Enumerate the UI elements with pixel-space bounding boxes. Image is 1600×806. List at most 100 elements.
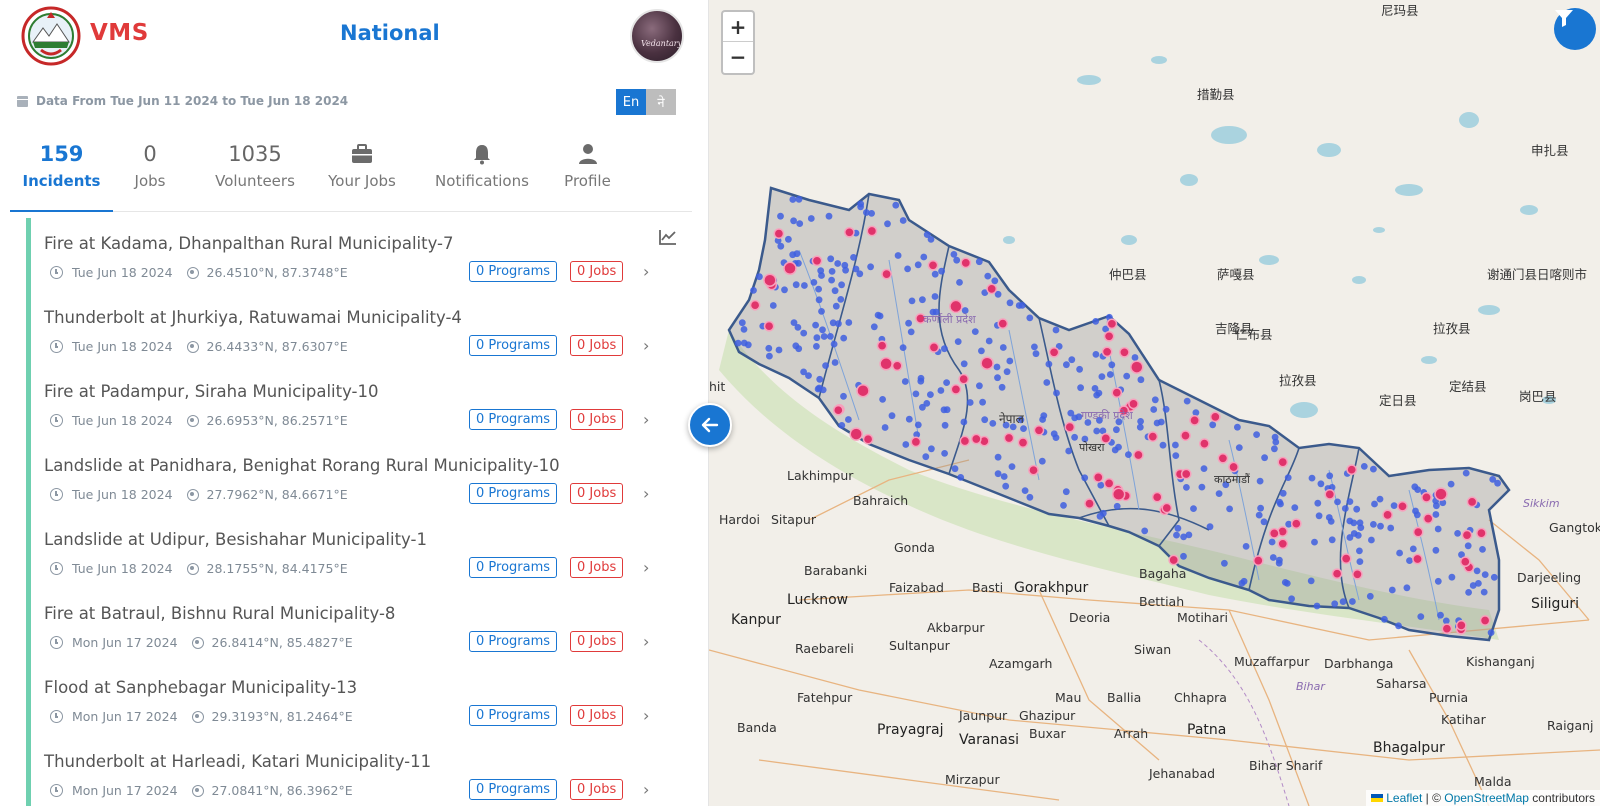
volunteer-marker[interactable] — [902, 441, 910, 448]
incident-marker[interactable] — [1103, 330, 1115, 342]
volunteer-marker[interactable] — [857, 200, 865, 208]
programs-badge[interactable]: 0 Programs — [469, 409, 558, 430]
volunteer-marker[interactable] — [989, 420, 997, 427]
incident-marker[interactable] — [997, 318, 1009, 329]
incident-marker[interactable] — [1092, 472, 1104, 483]
volunteer-marker[interactable] — [1065, 447, 1073, 455]
incident-marker[interactable] — [1180, 430, 1191, 441]
incident-marker[interactable] — [1048, 346, 1060, 358]
volunteer-marker[interactable] — [867, 263, 874, 271]
volunteer-marker[interactable] — [1238, 579, 1246, 587]
volunteer-marker[interactable] — [838, 422, 846, 429]
volunteer-marker[interactable] — [831, 359, 839, 366]
lang-en-button[interactable]: En — [616, 89, 646, 115]
tab-volunteers[interactable]: 1035 Volunteers — [198, 140, 312, 212]
incident-item[interactable]: Thunderbolt at Harleadi, Katari Municipa… — [31, 736, 691, 806]
volunteer-marker[interactable] — [1097, 481, 1105, 489]
incident-marker[interactable] — [928, 342, 940, 353]
volunteer-marker[interactable] — [845, 319, 853, 326]
volunteer-marker[interactable] — [812, 321, 819, 329]
volunteer-marker[interactable] — [813, 343, 820, 350]
volunteer-marker[interactable] — [941, 450, 948, 457]
volunteer-marker[interactable] — [1002, 482, 1010, 490]
volunteer-marker[interactable] — [1370, 521, 1377, 528]
volunteer-marker[interactable] — [1317, 480, 1325, 488]
incident-marker[interactable] — [1147, 431, 1159, 442]
tab-jobs[interactable]: 0 Jobs — [124, 140, 176, 212]
incident-marker[interactable] — [1277, 456, 1289, 468]
incident-marker[interactable] — [910, 436, 922, 448]
volunteer-marker[interactable] — [1043, 379, 1051, 386]
volunteer-marker[interactable] — [956, 279, 963, 286]
chevron-right-icon[interactable]: › — [643, 780, 649, 799]
volunteer-marker[interactable] — [765, 344, 773, 352]
volunteer-marker[interactable] — [1271, 433, 1279, 441]
volunteer-marker[interactable] — [1480, 588, 1488, 596]
volunteer-marker[interactable] — [1370, 465, 1377, 473]
incident-marker[interactable] — [1331, 568, 1343, 580]
incident-marker[interactable] — [1064, 421, 1076, 433]
volunteer-marker[interactable] — [1081, 474, 1089, 482]
volunteer-marker[interactable] — [838, 281, 845, 289]
volunteer-marker[interactable] — [1068, 356, 1076, 364]
volunteer-marker[interactable] — [789, 196, 797, 203]
volunteer-marker[interactable] — [1395, 622, 1402, 630]
volunteer-marker[interactable] — [941, 421, 949, 429]
incident-marker[interactable] — [1252, 555, 1264, 566]
volunteer-marker[interactable] — [1432, 546, 1440, 554]
incident-marker[interactable] — [1268, 528, 1280, 539]
volunteer-marker[interactable] — [1136, 423, 1144, 431]
volunteer-marker[interactable] — [927, 391, 934, 398]
volunteer-marker[interactable] — [1412, 507, 1419, 515]
volunteer-marker[interactable] — [827, 333, 834, 340]
volunteer-marker[interactable] — [1215, 490, 1223, 497]
map-canvas[interactable] — [709, 0, 1600, 806]
incident-marker[interactable] — [980, 356, 994, 370]
volunteer-marker[interactable] — [790, 319, 798, 326]
incident-marker[interactable] — [881, 268, 892, 280]
volunteer-marker[interactable] — [1062, 488, 1070, 496]
incident-marker[interactable] — [1084, 498, 1095, 509]
incident-marker[interactable] — [1461, 529, 1473, 541]
incident-marker[interactable] — [1017, 437, 1029, 448]
volunteer-marker[interactable] — [904, 265, 911, 273]
volunteer-marker[interactable] — [1257, 504, 1264, 512]
volunteer-marker[interactable] — [954, 338, 962, 345]
volunteer-marker[interactable] — [766, 352, 773, 360]
volunteer-marker[interactable] — [1328, 536, 1336, 544]
volunteer-marker[interactable] — [908, 297, 916, 305]
volunteer-marker[interactable] — [1356, 547, 1363, 555]
volunteer-marker[interactable] — [1311, 538, 1318, 546]
volunteer-marker[interactable] — [1432, 511, 1440, 518]
chevron-right-icon[interactable]: › — [643, 484, 649, 503]
incident-marker[interactable] — [1290, 518, 1302, 530]
incident-marker[interactable] — [773, 228, 785, 239]
incident-marker[interactable] — [1111, 487, 1126, 502]
volunteer-marker[interactable] — [920, 253, 928, 261]
volunteer-marker[interactable] — [1487, 629, 1495, 636]
zoom-in-button[interactable]: + — [723, 12, 753, 42]
tab-your-jobs[interactable]: Your Jobs — [312, 140, 412, 212]
volunteer-marker[interactable] — [837, 296, 845, 303]
volunteer-marker[interactable] — [1209, 421, 1217, 429]
incident-marker[interactable] — [1422, 513, 1434, 524]
volunteer-marker[interactable] — [919, 296, 926, 304]
volunteer-marker[interactable] — [801, 282, 808, 289]
volunteer-marker[interactable] — [1053, 389, 1060, 397]
incident-marker[interactable] — [832, 404, 844, 416]
volunteer-marker[interactable] — [1489, 476, 1497, 483]
volunteer-marker[interactable] — [993, 363, 1001, 371]
volunteer-marker[interactable] — [1067, 409, 1075, 417]
volunteer-marker[interactable] — [769, 302, 777, 309]
volunteer-marker[interactable] — [1006, 357, 1014, 365]
volunteer-marker[interactable] — [960, 360, 968, 368]
volunteer-marker[interactable] — [1040, 412, 1048, 419]
programs-badge[interactable]: 0 Programs — [469, 261, 558, 282]
volunteer-marker[interactable] — [1006, 299, 1014, 307]
volunteer-marker[interactable] — [1206, 523, 1214, 531]
volunteer-marker[interactable] — [1221, 559, 1228, 567]
volunteer-marker[interactable] — [931, 270, 939, 278]
volunteer-marker[interactable] — [800, 368, 807, 376]
incident-item[interactable]: Fire at Padampur, Siraha Municipality-10… — [31, 366, 691, 440]
volunteer-marker[interactable] — [950, 251, 958, 258]
